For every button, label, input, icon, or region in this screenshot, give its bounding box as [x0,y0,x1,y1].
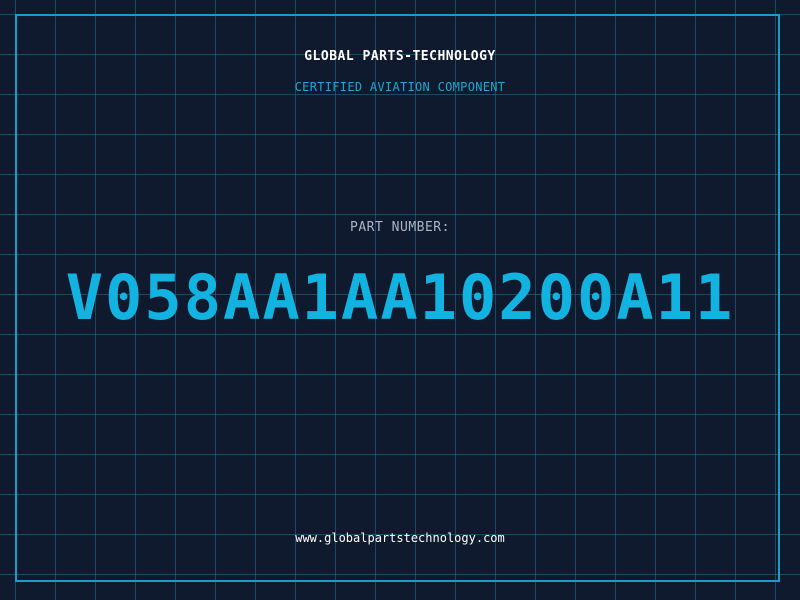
website-url: www.globalpartstechnology.com [295,531,505,545]
part-number-value: V058AA1AA10200A11 [65,261,735,334]
part-number-label: PART NUMBER: [350,220,450,235]
company-name: GLOBAL PARTS-TECHNOLOGY [304,49,496,64]
certification-subtitle: CERTIFIED AVIATION COMPONENT [294,80,506,94]
part-label-card: GLOBAL PARTS-TECHNOLOGY CERTIFIED AVIATI… [0,0,800,600]
